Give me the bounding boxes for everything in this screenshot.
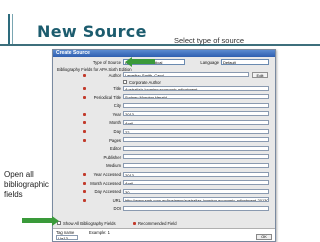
recommended-star-icon: [83, 198, 86, 202]
decorative-bar-thin: [12, 14, 13, 44]
author-edit-button[interactable]: Edit: [252, 71, 268, 78]
recommended-star-icon: [83, 181, 86, 185]
section-label: Bibliography Fields for APA Sixth Editio…: [57, 67, 132, 72]
tag-name-field[interactable]: Lle13: [56, 235, 78, 240]
language-label: Language: [200, 60, 219, 65]
field-input[interactable]: 2013: [123, 171, 269, 177]
slide-title: New Source: [37, 22, 147, 41]
corporate-author-checkbox[interactable]: [123, 80, 127, 84]
type-of-source-label: Type of Source: [92, 60, 121, 65]
create-source-dialog: Create Source Type of Source Article in …: [52, 49, 276, 242]
field-label: Day Accessed: [94, 189, 121, 195]
field-input[interactable]: Sydney Morning Herald: [123, 94, 269, 100]
title-divider: [0, 44, 320, 46]
field-label: Year Accessed: [93, 172, 121, 177]
author-label: Author: [108, 73, 121, 78]
field-label: Editor: [110, 146, 121, 152]
field-label: Medium: [106, 163, 121, 169]
field-label: Month: [109, 120, 121, 126]
recommended-star-icon: [83, 95, 86, 99]
ok-button[interactable]: OK: [256, 234, 272, 240]
field-input[interactable]: [123, 137, 269, 143]
field-input[interactable]: April: [123, 119, 269, 125]
field-input[interactable]: 2013: [123, 111, 269, 117]
field-input[interactable]: [123, 162, 269, 168]
language-select[interactable]: Default: [221, 59, 269, 65]
field-label: Periodical Title: [93, 94, 121, 100]
author-field[interactable]: Lewellyn-Smith, Caryl: [123, 72, 249, 77]
field-label: Pages: [109, 137, 121, 143]
field-input[interactable]: 22: [123, 128, 269, 134]
recommended-star-icon: [83, 130, 86, 133]
recommended-star-icon: [83, 121, 86, 125]
recommended-star-icon: [83, 138, 86, 142]
corporate-author-label: Corporate Author: [129, 79, 161, 85]
recommended-star-icon: [133, 222, 136, 225]
recommended-star-icon: [83, 74, 86, 77]
field-input[interactable]: http://www.smh.com.au/business/australia…: [123, 197, 269, 203]
annotation-open-fields: Open all bibliographic fields: [4, 170, 49, 199]
recommended-star-icon: [83, 87, 86, 90]
dialog-title: Create Source: [53, 50, 275, 57]
tag-example-label: Example: 1: [89, 230, 110, 235]
arrowhead-left-icon: [125, 56, 132, 67]
arrow-to-type-select: [131, 59, 155, 64]
field-label: Title: [113, 86, 121, 91]
field-label: Day: [113, 129, 121, 134]
field-label: Publisher: [103, 154, 121, 160]
field-label: DOI: [113, 206, 121, 212]
decorative-bar: [8, 14, 10, 44]
annotation-select-type: Select type of source: [174, 36, 245, 45]
show-all-fields-label: Show All Bibliography Fields: [63, 220, 116, 226]
field-label: URL: [112, 197, 121, 203]
field-input[interactable]: Australia's looming economic adjustment: [123, 85, 269, 91]
recommended-star-icon: [83, 173, 86, 176]
field-input[interactable]: [123, 205, 269, 211]
recommended-star-icon: [83, 190, 86, 194]
recommended-star-icon: [83, 112, 86, 116]
field-input[interactable]: [123, 102, 269, 108]
field-label: City: [113, 103, 121, 109]
field-label: Year: [112, 111, 121, 117]
field-label: Month Accessed: [90, 180, 121, 186]
field-input[interactable]: [123, 145, 269, 151]
arrowhead-right-icon: [52, 215, 59, 226]
field-input[interactable]: April: [123, 180, 269, 186]
field-input[interactable]: 30: [123, 188, 269, 194]
field-input[interactable]: [123, 154, 269, 160]
arrow-to-show-all: [22, 218, 52, 223]
recommended-field-label: Recommended Field: [138, 220, 177, 226]
